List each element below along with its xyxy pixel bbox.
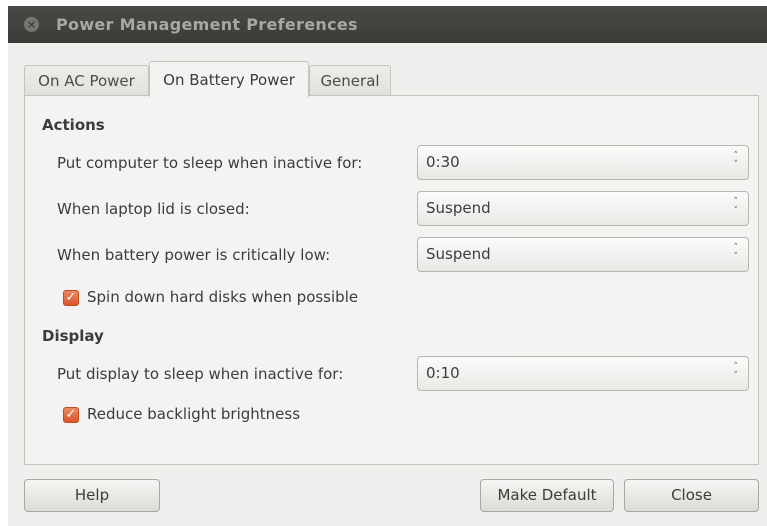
- backlight-label[interactable]: Reduce backlight brightness: [87, 405, 300, 423]
- spinner-arrows-icon: ˄ ˅: [733, 197, 739, 216]
- power-preferences-window: × Power Management Preferences On AC Pow…: [8, 6, 767, 526]
- window-title: Power Management Preferences: [56, 15, 358, 34]
- lid-closed-select[interactable]: Suspend ˄ ˅: [417, 191, 749, 226]
- close-button[interactable]: Close: [624, 479, 759, 512]
- critical-battery-label: When battery power is critically low:: [57, 246, 331, 264]
- spinner-arrows-icon: ˄ ˅: [733, 362, 739, 381]
- lid-closed-value: Suspend: [426, 199, 491, 217]
- spinner-arrows-icon: ˄ ˅: [733, 243, 739, 262]
- checkmark-icon: ✓: [65, 407, 77, 422]
- title-bar: × Power Management Preferences: [8, 6, 767, 43]
- lid-closed-label: When laptop lid is closed:: [57, 200, 250, 218]
- spinner-arrows-icon: ˄ ˅: [733, 151, 739, 170]
- tab-panel-battery: Actions Put computer to sleep when inact…: [24, 95, 759, 465]
- computer-sleep-value: 0:30: [426, 153, 460, 171]
- actions-heading: Actions: [42, 116, 105, 134]
- help-button[interactable]: Help: [24, 479, 160, 512]
- display-sleep-select[interactable]: 0:10 ˄ ˅: [417, 356, 749, 391]
- critical-battery-select[interactable]: Suspend ˄ ˅: [417, 237, 749, 272]
- display-sleep-label: Put display to sleep when inactive for:: [57, 365, 344, 383]
- display-heading: Display: [42, 327, 104, 345]
- display-sleep-value: 0:10: [426, 364, 460, 382]
- computer-sleep-select[interactable]: 0:30 ˄ ˅: [417, 145, 749, 180]
- tab-on-ac-power[interactable]: On AC Power: [24, 65, 149, 95]
- close-window-icon[interactable]: ×: [24, 17, 39, 32]
- spin-down-checkbox[interactable]: ✓: [63, 290, 79, 306]
- spin-down-label[interactable]: Spin down hard disks when possible: [87, 288, 358, 306]
- make-default-button[interactable]: Make Default: [480, 479, 614, 512]
- backlight-checkbox[interactable]: ✓: [63, 407, 79, 423]
- critical-battery-value: Suspend: [426, 245, 491, 263]
- computer-sleep-label: Put computer to sleep when inactive for:: [57, 154, 363, 172]
- tab-general[interactable]: General: [309, 65, 391, 95]
- tab-on-battery-power[interactable]: On Battery Power: [149, 61, 309, 97]
- checkmark-icon: ✓: [65, 290, 77, 305]
